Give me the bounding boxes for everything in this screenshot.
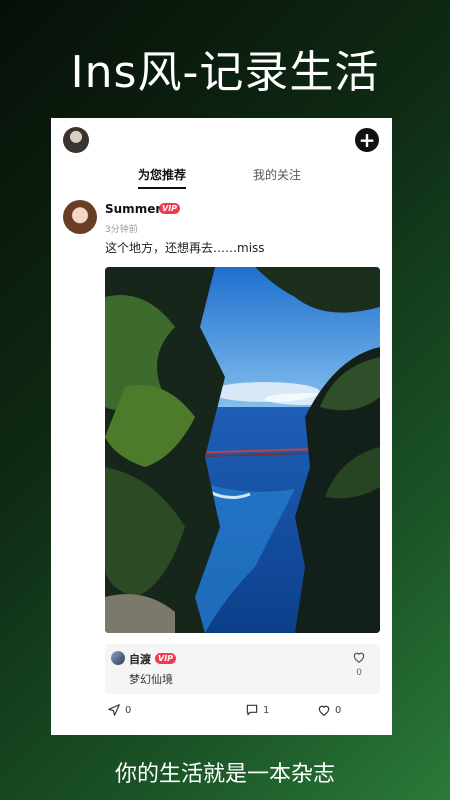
share-button[interactable]: 0 [107, 703, 131, 717]
tab-recommended[interactable]: 为您推荐 [138, 166, 187, 189]
top-bar: + [51, 118, 392, 162]
author-avatar[interactable] [63, 200, 97, 234]
post-actions: 0 1 0 [105, 703, 380, 723]
quoted-author-name[interactable]: 自渡 [129, 651, 151, 667]
add-post-button[interactable]: + [355, 128, 379, 152]
post-time: 3分钟前 [105, 225, 138, 235]
post-caption: 这个地方，还想再去……miss [105, 241, 265, 255]
quoted-post[interactable]: 自渡 VIP 梦幻仙境 0 [105, 644, 380, 694]
send-icon [108, 704, 120, 716]
author-name[interactable]: Summer [105, 202, 161, 216]
quoted-text: 梦幻仙境 [129, 673, 173, 686]
promo-headline: Ins风-记录生活 [70, 47, 380, 98]
share-count: 0 [125, 704, 132, 716]
tab-following[interactable]: 我的关注 [253, 166, 301, 183]
quoted-like-count: 0 [356, 668, 362, 678]
post-header: Summer VIP 3分钟前 [51, 200, 392, 240]
vip-badge: VIP [159, 203, 181, 214]
promo-tagline: 你的生活就是一本杂志 [114, 762, 335, 787]
app-screen: + 为您推荐 我的关注 Summer VIP 3分钟前 这个地方，还想再去……m… [51, 118, 392, 735]
like-button[interactable]: 0 [317, 703, 341, 717]
quoted-vip-badge: VIP [155, 653, 177, 664]
like-count: 0 [335, 704, 342, 716]
heart-icon [318, 705, 330, 716]
comment-button[interactable]: 1 [245, 703, 269, 717]
comment-count: 1 [263, 704, 270, 716]
quoted-avatar[interactable] [111, 651, 125, 665]
feed-tabs: 为您推荐 我的关注 [51, 162, 392, 190]
my-avatar[interactable] [63, 127, 89, 153]
landscape-photo [105, 267, 380, 633]
post-photo[interactable] [105, 267, 380, 633]
comment-icon [246, 704, 258, 716]
plus-icon: + [358, 128, 376, 152]
heart-icon[interactable] [352, 650, 366, 664]
